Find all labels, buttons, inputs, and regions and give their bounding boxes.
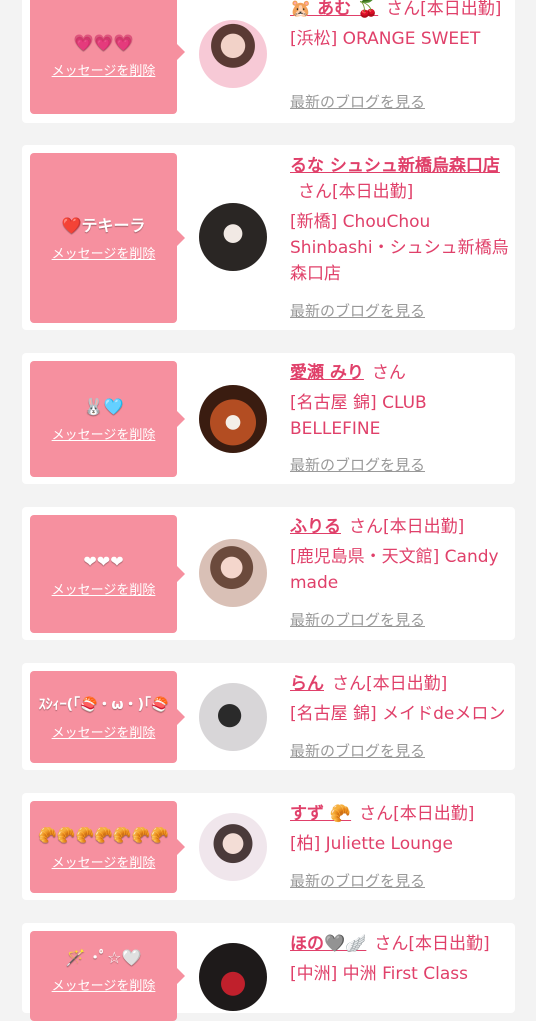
message-card: 🪄 ･ﾟ☆🤍 メッセージを削除 ほの🩶🪽 さん[本日出勤] [中洲] 中洲 Fir… xyxy=(22,923,515,1021)
latest-blog-link[interactable]: 最新のブログを見る xyxy=(290,740,425,761)
shop-name: [鹿児島県・天文館] Candy made xyxy=(290,547,499,593)
delete-message-link[interactable]: メッセージを削除 xyxy=(52,722,156,741)
cast-info: ふりる さん[本日出勤] [鹿児島県・天文館] Candy made xyxy=(290,514,510,596)
cast-suffix: さん[本日出勤] xyxy=(332,674,448,694)
cast-name-link[interactable]: 🐹 あむ 🍒 xyxy=(290,0,378,19)
cast-info: るな シュシュ新橋烏森口店さん[本日出勤] [新橋] ChouChou Shin… xyxy=(290,153,510,287)
cast-name-link[interactable]: 愛瀬 みり xyxy=(290,363,364,383)
avatar[interactable] xyxy=(199,943,267,1011)
cast-suffix: さん[本日出勤] xyxy=(374,934,490,954)
message-text: ❤️テキーラ xyxy=(61,215,146,235)
message-card: 🐰🩵 メッセージを削除 愛瀬 みり さん [名古屋 錦] CLUB BELLEFI… xyxy=(22,353,515,484)
cast-suffix: さん xyxy=(371,363,406,383)
cast-name-link[interactable]: るな シュシュ新橋烏森口店 xyxy=(290,156,500,176)
latest-blog-link[interactable]: 最新のブログを見る xyxy=(290,609,425,630)
delete-message-link[interactable]: メッセージを削除 xyxy=(52,60,156,79)
avatar[interactable] xyxy=(199,683,267,751)
message-card: 🥐🥐🥐🥐🥐🥐🥐 メッセージを削除 すず 🥐 さん[本日出勤] [柏] Juliet… xyxy=(22,793,515,900)
message-bubble: ❤❤❤ メッセージを削除 xyxy=(30,515,185,633)
shop-name: [浜松] ORANGE SWEET xyxy=(290,29,481,49)
message-text: ｽｼｨｰ(｢🍣・ω・)｢🍣 xyxy=(38,696,169,713)
delete-message-link[interactable]: メッセージを削除 xyxy=(52,424,156,443)
message-bubble: ❤️テキーラ メッセージを削除 xyxy=(30,153,185,323)
avatar[interactable] xyxy=(199,20,267,88)
shop-name: [名古屋 錦] メイドdeメロン xyxy=(290,704,506,724)
cast-name-link[interactable]: ふりる xyxy=(290,517,341,537)
cast-info: ほの🩶🪽 さん[本日出勤] [中洲] 中洲 First Class xyxy=(290,931,510,987)
message-bubble: 🥐🥐🥐🥐🥐🥐🥐 メッセージを削除 xyxy=(30,801,185,893)
message-card: ｽｼｨｰ(｢🍣・ω・)｢🍣 メッセージを削除 らん さん[本日出勤] [名古屋 錦… xyxy=(22,663,515,770)
avatar[interactable] xyxy=(199,813,267,881)
cast-info: 🐹 あむ 🍒 さん[本日出勤] [浜松] ORANGE SWEET xyxy=(290,0,510,52)
message-text: 💗💗💗 xyxy=(73,32,134,52)
message-card: ❤️テキーラ メッセージを削除 るな シュシュ新橋烏森口店さん[本日出勤] [新… xyxy=(22,145,515,330)
cast-name-link[interactable]: ほの🩶🪽 xyxy=(290,934,366,954)
cast-name-link[interactable]: らん xyxy=(290,674,324,694)
message-text: 🪄 ･ﾟ☆🤍 xyxy=(65,948,142,967)
message-text: 🐰🩵 xyxy=(83,396,124,416)
message-bubble: 🐰🩵 メッセージを削除 xyxy=(30,361,185,477)
cast-suffix: さん[本日出勤] xyxy=(359,804,475,824)
shop-name: [柏] Juliette Lounge xyxy=(290,834,453,854)
latest-blog-link[interactable]: 最新のブログを見る xyxy=(290,91,425,112)
delete-message-link[interactable]: メッセージを削除 xyxy=(52,852,156,871)
cast-suffix: さん[本日出勤] xyxy=(349,517,465,537)
message-text: 🥐🥐🥐🥐🥐🥐🥐 xyxy=(38,825,169,844)
cast-name-link[interactable]: すず 🥐 xyxy=(290,804,351,824)
cast-info: すず 🥐 さん[本日出勤] [柏] Juliette Lounge xyxy=(290,801,510,857)
message-bubble: 🪄 ･ﾟ☆🤍 メッセージを削除 xyxy=(30,931,185,1021)
shop-name: [名古屋 錦] CLUB BELLEFINE xyxy=(290,393,427,439)
cast-suffix: さん[本日出勤] xyxy=(386,0,502,19)
delete-message-link[interactable]: メッセージを削除 xyxy=(52,243,156,262)
avatar[interactable] xyxy=(199,203,267,271)
shop-name: [中洲] 中洲 First Class xyxy=(290,964,468,984)
delete-message-link[interactable]: メッセージを削除 xyxy=(52,975,156,994)
shop-name: [新橋] ChouChou Shinbashi・シュシュ新橋烏森口店 xyxy=(290,212,509,284)
cast-info: 愛瀬 みり さん [名古屋 錦] CLUB BELLEFINE xyxy=(290,360,510,442)
cast-info: らん さん[本日出勤] [名古屋 錦] メイドdeメロン xyxy=(290,671,515,727)
latest-blog-link[interactable]: 最新のブログを見る xyxy=(290,454,425,475)
latest-blog-link[interactable]: 最新のブログを見る xyxy=(290,300,425,321)
delete-message-link[interactable]: メッセージを削除 xyxy=(52,579,156,598)
avatar[interactable] xyxy=(199,539,267,607)
message-text: ❤❤❤ xyxy=(83,551,124,571)
message-bubble: 💗💗💗 メッセージを削除 xyxy=(30,0,185,114)
avatar[interactable] xyxy=(199,385,267,453)
message-card: 💗💗💗 メッセージを削除 🐹 あむ 🍒 さん[本日出勤] [浜松] ORANGE … xyxy=(22,0,515,123)
latest-blog-link[interactable]: 最新のブログを見る xyxy=(290,870,425,891)
cast-suffix: さん[本日出勤] xyxy=(298,182,414,202)
message-bubble: ｽｼｨｰ(｢🍣・ω・)｢🍣 メッセージを削除 xyxy=(30,671,185,763)
message-card: ❤❤❤ メッセージを削除 ふりる さん[本日出勤] [鹿児島県・天文館] Cand… xyxy=(22,507,515,640)
